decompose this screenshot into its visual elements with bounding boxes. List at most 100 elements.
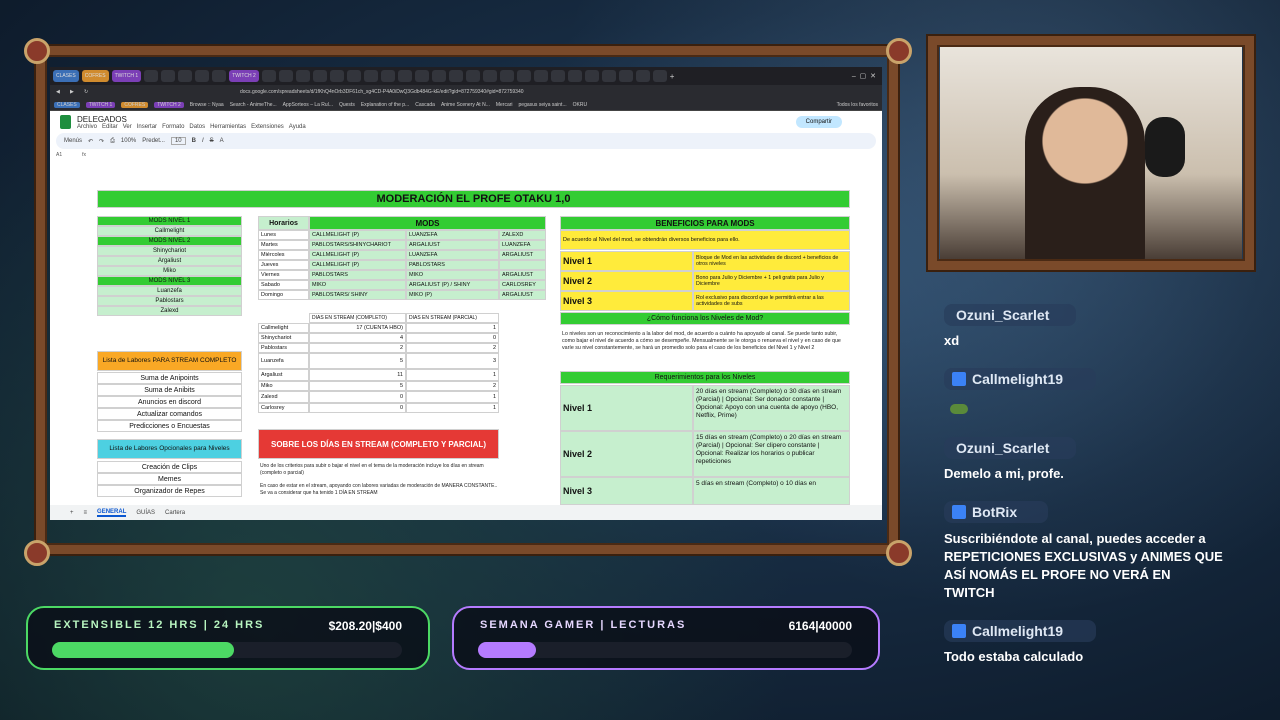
browser-tab[interactable] xyxy=(278,70,293,82)
mod-name-cell[interactable]: Shinychariot xyxy=(97,246,242,256)
browser-tab[interactable] xyxy=(465,70,480,82)
beneficio-desc-cell[interactable]: Bono para Julio y Diciembre + 1 peli gra… xyxy=(693,271,850,291)
labor-opcional-item[interactable]: Memes xyxy=(97,473,242,485)
horario-day-cell[interactable]: Martes xyxy=(258,240,309,250)
req-desc-cell[interactable]: 15 días en stream (Completo) o 20 días e… xyxy=(693,431,850,477)
bookmark[interactable]: Browse :: Nyaa xyxy=(190,102,224,108)
beneficios-header[interactable]: BENEFICIOS PARA MODS xyxy=(560,216,850,230)
browser-tab[interactable] xyxy=(329,70,344,82)
horario-mod-cell[interactable]: ARGALIUST xyxy=(406,240,499,250)
bookmark[interactable]: TWITCH 1 xyxy=(85,101,116,108)
dias-value-cell[interactable]: 2 xyxy=(309,343,406,353)
menu-ver[interactable]: Ver xyxy=(123,124,132,130)
browser-tab[interactable] xyxy=(550,70,565,82)
horario-mod-cell[interactable]: ZALEXD xyxy=(499,230,546,240)
dias-mod-cell[interactable]: Zalexd xyxy=(258,391,309,403)
doc-title[interactable]: DELEGADOS xyxy=(77,115,306,124)
horario-day-cell[interactable]: Domingo xyxy=(258,290,309,300)
labor-item[interactable]: Suma de Anipoints xyxy=(97,372,242,384)
horario-day-cell[interactable]: Lunes xyxy=(258,230,309,240)
labor-opcional-item[interactable]: Creación de Clips xyxy=(97,461,242,473)
horario-mod-cell[interactable]: MIKO xyxy=(309,280,406,290)
beneficio-level-cell[interactable]: Nivel 1 xyxy=(560,251,693,271)
horario-mod-cell[interactable]: LUANZEFA xyxy=(406,250,499,260)
dias-mod-cell[interactable]: Pablostars xyxy=(258,343,309,353)
browser-tab[interactable] xyxy=(618,70,633,82)
horario-mod-cell[interactable]: CALLMELIGHT (P) xyxy=(309,230,406,240)
dias-value-cell[interactable]: 1 xyxy=(406,369,499,381)
dias-mod-cell[interactable]: Luanzefa xyxy=(258,353,309,369)
bookmark[interactable]: Todos los favoritos xyxy=(837,102,878,108)
mods-level-header[interactable]: MODS NIVEL 2 xyxy=(97,236,242,246)
horario-mod-cell[interactable]: CALLMELIGHT (P) xyxy=(309,250,406,260)
mods-level-header[interactable]: MODS NIVEL 1 xyxy=(97,216,242,226)
horario-day-cell[interactable]: Miércoles xyxy=(258,250,309,260)
dias-parcial-header[interactable]: DIAS EN STREAM (PARCIAL) xyxy=(406,313,499,323)
browser-tab[interactable] xyxy=(516,70,531,82)
sheet-tab-guias[interactable]: GUÍAS xyxy=(136,510,155,516)
back-icon[interactable]: ◀ xyxy=(56,89,60,95)
sheet-tab-cartera[interactable]: Cartera xyxy=(165,510,185,516)
browser-tab[interactable] xyxy=(346,70,361,82)
horario-mod-cell[interactable]: CARLOSREY xyxy=(499,280,546,290)
opcionales-header[interactable]: Lista de Labores Opcionales para Niveles xyxy=(97,439,242,459)
browser-tab[interactable] xyxy=(652,70,667,82)
browser-tab[interactable] xyxy=(261,70,276,82)
italic-icon[interactable]: I xyxy=(202,138,204,144)
all-sheets-icon[interactable]: ≡ xyxy=(84,510,88,516)
menu-archivo[interactable]: Archivo xyxy=(77,124,97,130)
forward-icon[interactable]: ▶ xyxy=(70,89,74,95)
horario-mod-cell[interactable] xyxy=(499,260,546,270)
dias-value-cell[interactable]: 1 xyxy=(406,403,499,413)
menu-datos[interactable]: Datos xyxy=(189,124,205,130)
browser-tab[interactable] xyxy=(144,70,159,82)
mod-name-cell[interactable]: Zalexd xyxy=(97,306,242,316)
browser-tab[interactable] xyxy=(161,70,176,82)
bookmark[interactable]: Quests xyxy=(339,102,355,108)
browser-tab[interactable] xyxy=(584,70,599,82)
new-tab-icon[interactable]: + xyxy=(670,72,675,81)
menu-insertar[interactable]: Insertar xyxy=(137,124,157,130)
bookmark[interactable]: Explanation of the p... xyxy=(361,102,409,108)
browser-tab[interactable] xyxy=(533,70,548,82)
menu-formato[interactable]: Formato xyxy=(162,124,184,130)
browser-tab[interactable] xyxy=(601,70,616,82)
mod-name-cell[interactable]: Callmelight xyxy=(97,226,242,236)
zoom-select[interactable]: 100% xyxy=(121,138,136,144)
mods-level-header[interactable]: MODS NIVEL 3 xyxy=(97,276,242,286)
browser-tab[interactable] xyxy=(431,70,446,82)
horario-mod-cell[interactable]: ARGALIUST xyxy=(499,250,546,260)
mod-name-cell[interactable]: Miko xyxy=(97,266,242,276)
horario-mod-cell[interactable]: ARGALIUST xyxy=(499,270,546,280)
browser-tab[interactable] xyxy=(635,70,650,82)
window-controls[interactable]: – ▢ ✕ xyxy=(852,72,876,80)
strikethrough-icon[interactable]: S xyxy=(210,138,214,144)
dias-value-cell[interactable]: 2 xyxy=(406,343,499,353)
browser-tab[interactable] xyxy=(448,70,463,82)
reload-icon[interactable]: ↻ xyxy=(84,89,88,95)
browser-tab[interactable] xyxy=(414,70,429,82)
dias-value-cell[interactable]: 2 xyxy=(406,381,499,391)
bookmark[interactable]: pegasus seiya saint... xyxy=(519,102,567,108)
dias-mod-cell[interactable]: Argaliust xyxy=(258,369,309,381)
bookmark[interactable]: COFRES xyxy=(121,101,149,108)
sheet-tab-general[interactable]: GENERAL xyxy=(97,509,127,517)
labor-item[interactable]: Predicciones o Encuestas xyxy=(97,420,242,432)
sobre-dias-text-1[interactable]: Uno de los criterios para subir o bajar … xyxy=(260,463,500,477)
labor-item[interactable]: Anuncios en discord xyxy=(97,396,242,408)
horario-mod-cell[interactable]: MIKO (P) xyxy=(406,290,499,300)
dias-value-cell[interactable]: 5 xyxy=(309,381,406,391)
menu-editar[interactable]: Editar xyxy=(102,124,118,130)
sobre-dias-text-2[interactable]: En caso de estar en el stream, apoyando … xyxy=(260,483,500,497)
dias-mod-cell[interactable]: Callmelight xyxy=(258,323,309,333)
font-select[interactable]: Predet... xyxy=(142,138,165,144)
dias-mod-cell[interactable]: Miko xyxy=(258,381,309,391)
menu-extensiones[interactable]: Extensiones xyxy=(251,124,284,130)
dias-value-cell[interactable]: 17 (CUENTA HBO) xyxy=(309,323,406,333)
dias-completo-header[interactable]: DIAS EN STREAM (COMPLETO) xyxy=(309,313,406,323)
browser-tab[interactable] xyxy=(212,70,227,82)
como-funciona-text[interactable]: Lo niveles son un reconocimiento a la la… xyxy=(562,331,848,352)
sobre-dias-header[interactable]: SOBRE LOS DÍAS EN STREAM (COMPLETO Y PAR… xyxy=(258,429,499,459)
browser-tab[interactable] xyxy=(499,70,514,82)
add-sheet-icon[interactable]: + xyxy=(70,510,74,516)
